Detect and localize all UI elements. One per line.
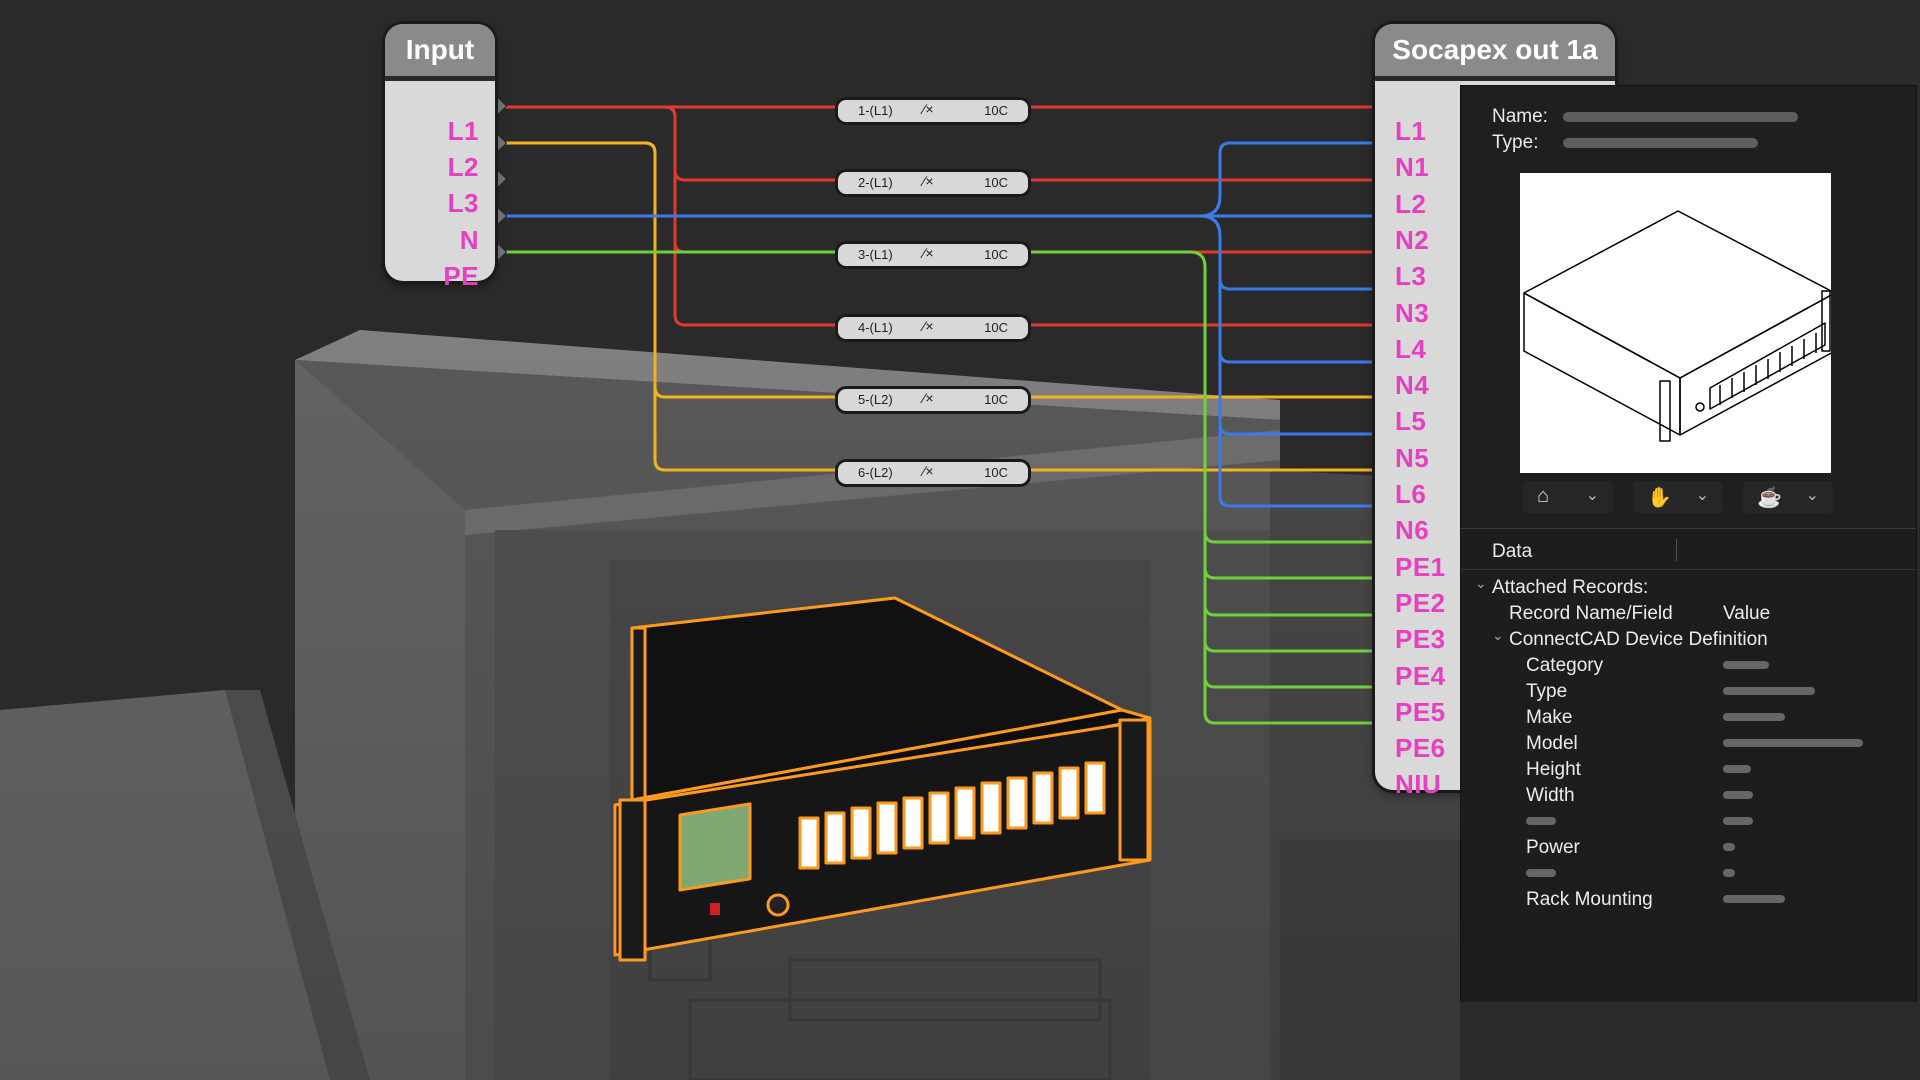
- field-value-placeholder[interactable]: [1723, 843, 1735, 851]
- field-category[interactable]: Category: [1526, 655, 1603, 677]
- field-rack-mounting[interactable]: Rack Mounting: [1526, 889, 1653, 911]
- object-info-panel: Name: Type: ⌂ ⌄ ✋ ⌄ ☕ ⌄ Data ⌄ Attached …: [1460, 85, 1917, 1002]
- field-value-placeholder[interactable]: [1723, 661, 1769, 669]
- output-pin-n1[interactable]: N1: [1395, 154, 1429, 180]
- breaker-rating: 10C: [984, 175, 1008, 190]
- col-record-name: Record Name/Field: [1509, 603, 1673, 624]
- switch-icon: ∕×: [923, 390, 934, 406]
- output-pin-n3[interactable]: N3: [1395, 300, 1429, 326]
- field-value-placeholder[interactable]: [1723, 739, 1863, 747]
- field-model[interactable]: Model: [1526, 733, 1578, 755]
- output-pin-n5[interactable]: N5: [1395, 445, 1429, 471]
- view-button-hand[interactable]: ✋ ⌄: [1633, 481, 1723, 513]
- field-height[interactable]: Height: [1526, 759, 1581, 781]
- field-make[interactable]: Make: [1526, 707, 1572, 729]
- input-block-title: Input: [385, 24, 495, 81]
- output-pin-l3[interactable]: L3: [1395, 263, 1426, 289]
- input-pin-l3[interactable]: L3: [448, 190, 479, 216]
- output-pin-pe1[interactable]: PE1: [1395, 554, 1446, 580]
- input-pin-l2[interactable]: L2: [448, 154, 479, 180]
- breaker-rating: 10C: [984, 320, 1008, 335]
- input-pin-pe[interactable]: PE: [443, 263, 479, 289]
- switch-icon: ∕×: [923, 463, 934, 479]
- switch-icon: ∕×: [923, 245, 934, 261]
- field-name-placeholder: [1526, 869, 1556, 877]
- breaker-1[interactable]: 1-(L1) ∕× 10C: [838, 100, 1028, 122]
- breaker-rating: 10C: [984, 103, 1008, 118]
- breaker-5[interactable]: 5-(L2) ∕× 10C: [838, 389, 1028, 411]
- field-value-placeholder[interactable]: [1723, 895, 1785, 903]
- input-pin-l1[interactable]: L1: [448, 118, 479, 144]
- record-name[interactable]: ConnectCAD Device Definition: [1509, 629, 1768, 651]
- output-pin-pe3[interactable]: PE3: [1395, 626, 1446, 652]
- view-button-house[interactable]: ⌂ ⌄: [1523, 481, 1613, 513]
- output-pin-pe2[interactable]: PE2: [1395, 590, 1446, 616]
- output-pin-pe5[interactable]: PE5: [1395, 699, 1446, 725]
- breaker-rating: 10C: [984, 392, 1008, 407]
- name-value-field[interactable]: [1563, 112, 1798, 122]
- breaker-label: 5-(L2): [858, 392, 893, 407]
- type-value-field[interactable]: [1563, 138, 1758, 148]
- output-pin-n4[interactable]: N4: [1395, 372, 1429, 398]
- tab-data[interactable]: Data: [1492, 541, 1532, 563]
- breaker-rating: 10C: [984, 465, 1008, 480]
- tab-divider: [1676, 539, 1677, 561]
- device-preview-image: [1520, 173, 1836, 473]
- output-pin-pe6[interactable]: PE6: [1395, 735, 1446, 761]
- field-value-placeholder[interactable]: [1723, 817, 1753, 825]
- field-value-placeholder[interactable]: [1723, 687, 1815, 695]
- teapot-icon: ☕: [1757, 487, 1782, 509]
- output-pin-n2[interactable]: N2: [1395, 227, 1429, 253]
- output-pin-niu[interactable]: NIU: [1395, 771, 1441, 797]
- output-pin-l1[interactable]: L1: [1395, 118, 1426, 144]
- output-pin-l6[interactable]: L6: [1395, 481, 1426, 507]
- breaker-label: 1-(L1): [858, 103, 893, 118]
- breaker-4[interactable]: 4-(L1) ∕× 10C: [838, 317, 1028, 339]
- breaker-3[interactable]: 3-(L1) ∕× 10C: [838, 244, 1028, 266]
- breaker-label: 2-(L1): [858, 175, 893, 190]
- breaker-rating: 10C: [984, 247, 1008, 262]
- name-label: Name:: [1492, 106, 1548, 127]
- chevron-down-icon: ⌄: [1695, 487, 1709, 504]
- tab-underline: [1461, 569, 1916, 570]
- chevron-down-icon[interactable]: ⌄: [1475, 575, 1487, 592]
- output-pin-l4[interactable]: L4: [1395, 336, 1426, 362]
- input-block[interactable]: Input L1 L2 L3 N PE: [385, 24, 495, 289]
- chevron-down-icon: ⌄: [1805, 487, 1819, 504]
- type-label: Type:: [1492, 132, 1539, 153]
- switch-icon: ∕×: [923, 101, 934, 117]
- field-value-placeholder[interactable]: [1723, 869, 1735, 877]
- chevron-down-icon[interactable]: ⌄: [1492, 627, 1504, 644]
- field-value-placeholder[interactable]: [1723, 713, 1785, 721]
- col-value: Value: [1723, 603, 1771, 624]
- chevron-down-icon: ⌄: [1585, 487, 1599, 504]
- switch-icon: ∕×: [923, 173, 934, 189]
- data-pane: Data ⌄ Attached Records: Record Name/Fie…: [1461, 528, 1916, 1002]
- view-button-teapot[interactable]: ☕ ⌄: [1743, 481, 1833, 513]
- breaker-label: 4-(L1): [858, 320, 893, 335]
- field-power[interactable]: Power: [1526, 837, 1580, 859]
- breaker-2[interactable]: 2-(L1) ∕× 10C: [838, 172, 1028, 194]
- field-name-placeholder: [1526, 817, 1556, 825]
- breaker-6[interactable]: 6-(L2) ∕× 10C: [838, 462, 1028, 484]
- output-pin-n6[interactable]: N6: [1395, 517, 1429, 543]
- attached-records-label[interactable]: Attached Records:: [1492, 577, 1648, 599]
- hand-icon: ✋: [1647, 487, 1672, 509]
- house-icon: ⌂: [1537, 485, 1550, 507]
- switch-icon: ∕×: [923, 318, 934, 334]
- breaker-label: 6-(L2): [858, 465, 893, 480]
- breaker-label: 3-(L1): [858, 247, 893, 262]
- input-pin-n[interactable]: N: [460, 227, 479, 253]
- field-type[interactable]: Type: [1526, 681, 1567, 703]
- field-width[interactable]: Width: [1526, 785, 1575, 807]
- output-pin-pe4[interactable]: PE4: [1395, 663, 1446, 689]
- field-value-placeholder[interactable]: [1723, 765, 1751, 773]
- output-pin-l5[interactable]: L5: [1395, 408, 1426, 434]
- field-value-placeholder[interactable]: [1723, 791, 1753, 799]
- output-pin-l2[interactable]: L2: [1395, 191, 1426, 217]
- output-block-title: Socapex out 1a: [1375, 24, 1615, 81]
